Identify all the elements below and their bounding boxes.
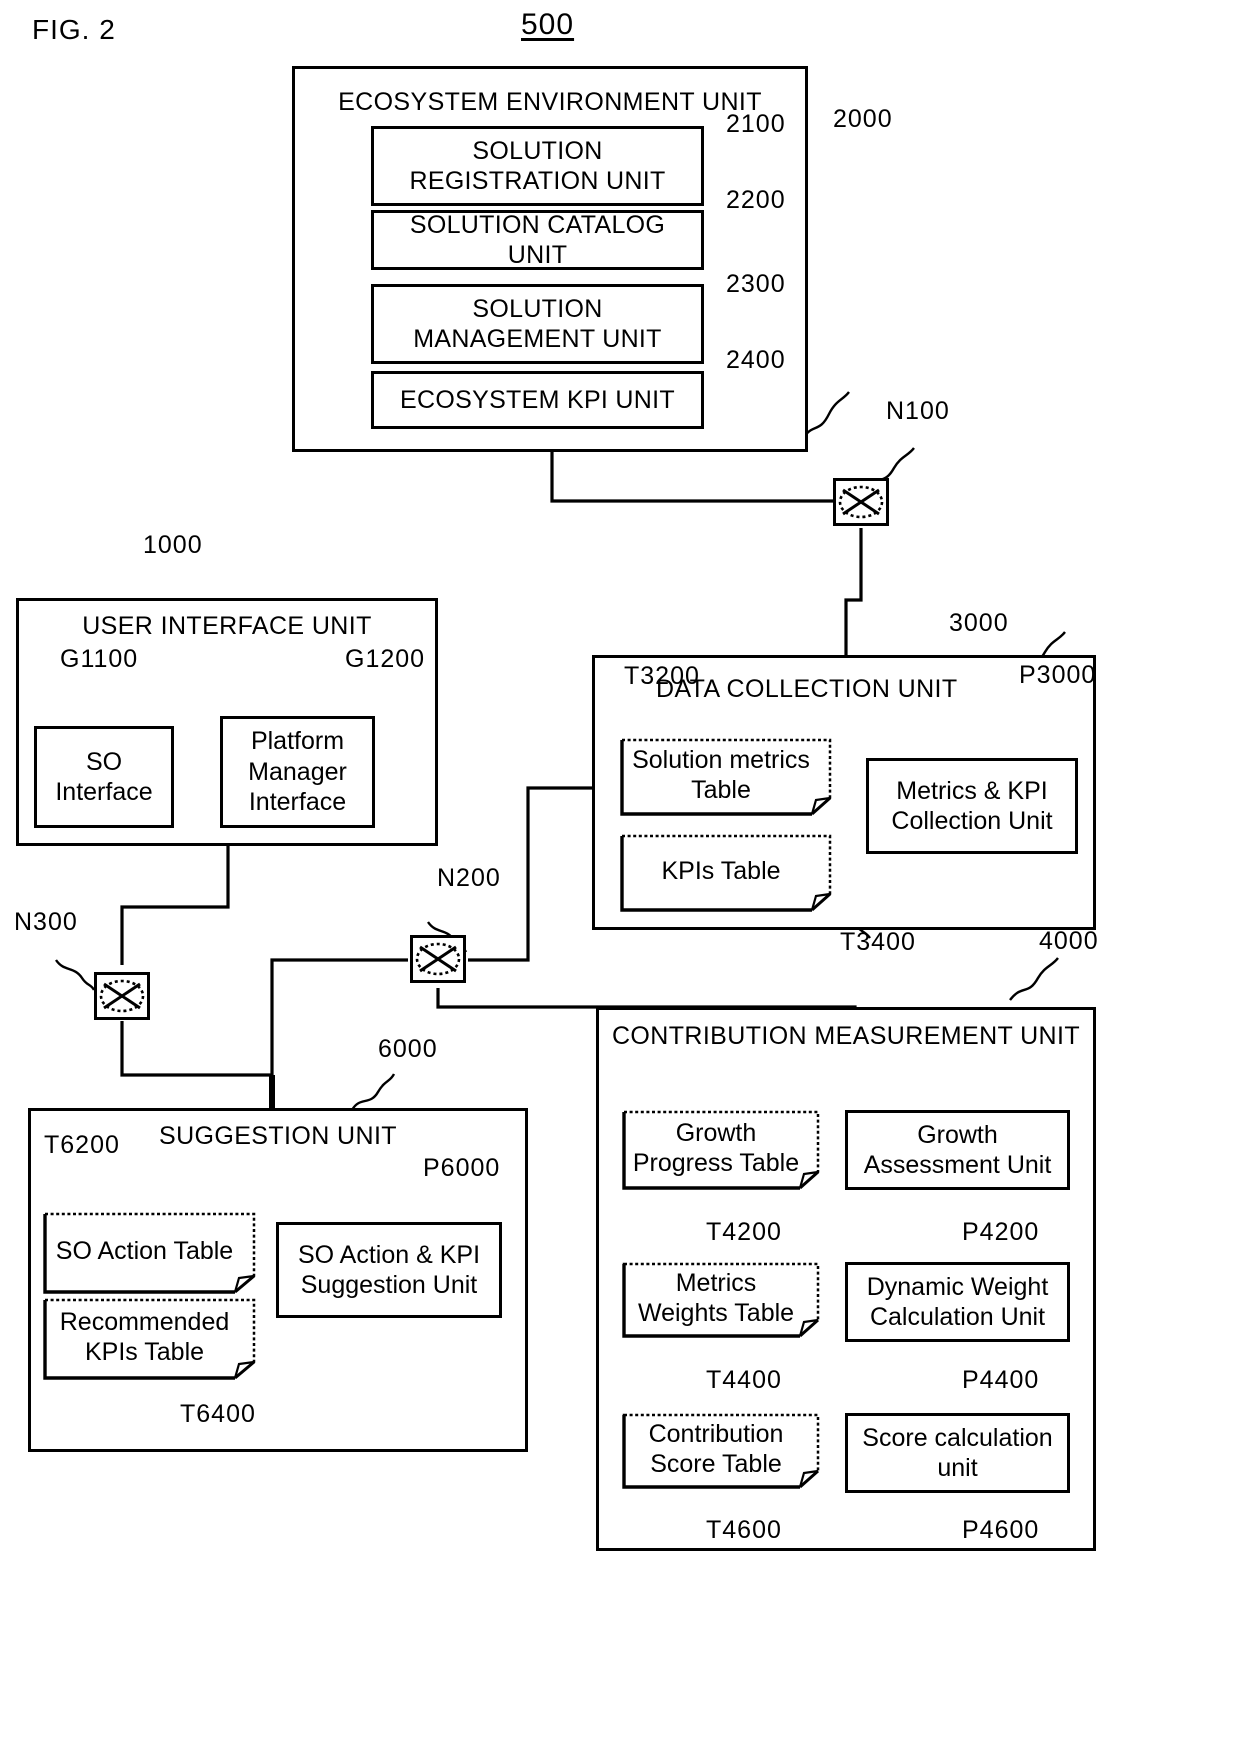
kpis-table-label: KPIs Table [661, 856, 781, 885]
metrics-kpi-collection-unit[interactable]: Metrics & KPI Collection Unit [866, 758, 1078, 854]
ref-t4400: T4400 [706, 1366, 782, 1394]
so-action-table-label: SO Action Table [55, 1236, 234, 1265]
ref-p4400: P4400 [962, 1366, 1040, 1394]
ref-n100: N100 [886, 397, 950, 425]
network-node-n300[interactable] [94, 972, 150, 1020]
contribution-measurement-unit-title: CONTRIBUTION MEASUREMENT UNIT [611, 1022, 1081, 1050]
system-reference-number: 500 [521, 8, 575, 41]
dynamic-weight-calculation-unit[interactable]: Dynamic Weight Calculation Unit [845, 1262, 1070, 1342]
so-action-table[interactable]: SO Action Table [43, 1212, 256, 1294]
figure-label: FIG. 2 [32, 14, 116, 45]
solution-catalog-unit-label: SOLUTION CATALOG UNIT [409, 210, 666, 270]
contribution-score-table[interactable]: Contribution Score Table [622, 1413, 820, 1489]
ref-2200: 2200 [726, 186, 786, 214]
solution-registration-unit[interactable]: SOLUTION REGISTRATION UNIT [371, 126, 704, 206]
solution-metrics-table[interactable]: Solution metrics Table [620, 738, 832, 816]
ref-3000: 3000 [949, 609, 1009, 637]
platform-manager-interface-label: Platform Manager Interface [248, 727, 347, 817]
ref-t6200: T6200 [44, 1131, 120, 1159]
ref-n300: N300 [14, 908, 78, 936]
so-interface-label: SO Interface [55, 747, 153, 807]
ref-6000: 6000 [378, 1035, 438, 1063]
recommended-kpis-table-label: Recommended KPIs Table [59, 1307, 230, 1367]
ref-p3000: P3000 [1019, 661, 1097, 689]
solution-management-unit[interactable]: SOLUTION MANAGEMENT UNIT [371, 284, 704, 364]
metrics-weights-table[interactable]: Metrics Weights Table [622, 1262, 820, 1338]
metrics-kpi-collection-unit-label: Metrics & KPI Collection Unit [891, 776, 1053, 836]
platform-manager-interface[interactable]: Platform Manager Interface [220, 716, 375, 828]
ref-t4200: T4200 [706, 1218, 782, 1246]
growth-progress-table[interactable]: Growth Progress Table [622, 1110, 820, 1190]
kpis-table[interactable]: KPIs Table [620, 834, 832, 912]
ref-1000: 1000 [143, 531, 203, 559]
ref-2400: 2400 [726, 346, 786, 374]
ref-2100: 2100 [726, 110, 786, 138]
metrics-weights-table-label: Metrics Weights Table [637, 1268, 795, 1328]
user-interface-unit-title: USER INTERFACE UNIT [82, 612, 372, 640]
solution-management-unit-label: SOLUTION MANAGEMENT UNIT [413, 294, 662, 354]
solution-registration-unit-label: SOLUTION REGISTRATION UNIT [409, 136, 666, 196]
growth-assessment-unit[interactable]: Growth Assessment Unit [845, 1110, 1070, 1190]
score-calculation-unit[interactable]: Score calculation unit [845, 1413, 1070, 1493]
contribution-score-table-label: Contribution Score Table [648, 1419, 784, 1479]
ref-n200: N200 [437, 864, 501, 892]
ref-g1200: G1200 [345, 645, 426, 673]
solution-metrics-table-label: Solution metrics Table [632, 745, 810, 805]
score-calculation-unit-label: Score calculation unit [862, 1423, 1053, 1483]
ref-p4600: P4600 [962, 1516, 1040, 1544]
growth-progress-table-label: Growth Progress Table [632, 1118, 800, 1178]
ref-p4200: P4200 [962, 1218, 1040, 1246]
ref-4000: 4000 [1039, 927, 1099, 955]
network-node-n200[interactable] [410, 935, 466, 983]
ref-t3200: T3200 [624, 662, 700, 690]
dynamic-weight-calculation-unit-label: Dynamic Weight Calculation Unit [866, 1272, 1049, 1332]
ref-t4600: T4600 [706, 1516, 782, 1544]
ecosystem-kpi-unit[interactable]: ECOSYSTEM KPI UNIT [371, 371, 704, 429]
ref-g1100: G1100 [60, 645, 139, 673]
so-action-kpi-suggestion-unit[interactable]: SO Action & KPI Suggestion Unit [276, 1222, 502, 1318]
network-node-n100[interactable] [833, 478, 889, 526]
ref-2300: 2300 [726, 270, 786, 298]
so-interface[interactable]: SO Interface [34, 726, 174, 828]
ecosystem-kpi-unit-label: ECOSYSTEM KPI UNIT [400, 385, 675, 414]
ref-t3400: T3400 [840, 928, 916, 956]
ref-t6400: T6400 [180, 1400, 256, 1428]
ref-p6000: P6000 [423, 1154, 501, 1182]
growth-assessment-unit-label: Growth Assessment Unit [863, 1120, 1052, 1180]
so-action-kpi-suggestion-unit-label: SO Action & KPI Suggestion Unit [297, 1240, 481, 1300]
patent-figure-canvas: FIG. 2 500 ECOSYSTEM ENVIRONMENT UNIT 20… [0, 0, 1240, 1746]
ref-2000: 2000 [833, 105, 893, 133]
recommended-kpis-table[interactable]: Recommended KPIs Table [43, 1298, 256, 1380]
solution-catalog-unit[interactable]: SOLUTION CATALOG UNIT [371, 210, 704, 270]
